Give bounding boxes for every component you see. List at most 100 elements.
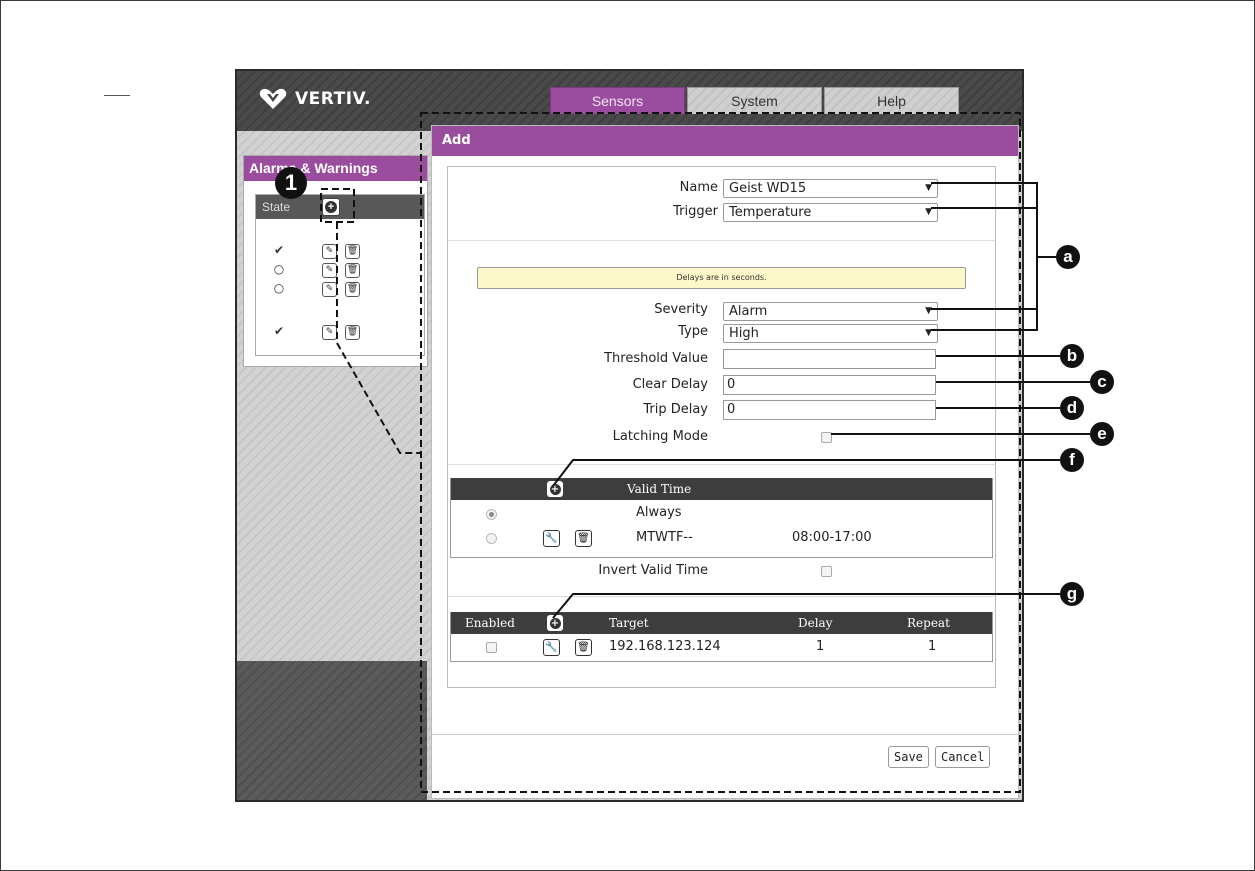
edit-icon[interactable]: ✎ <box>322 325 337 340</box>
sidebar-lower <box>237 661 427 800</box>
plus-icon: + <box>325 201 337 213</box>
enabled-header: Enabled <box>465 616 515 630</box>
trash-icon[interactable]: 🗑 <box>575 639 592 656</box>
actions-table: Enabled + Target Delay Repeat 🔧 🗑 192.16… <box>450 612 993 662</box>
valid-time-range: 08:00-17:00 <box>792 530 872 545</box>
trash-icon[interactable]: 🗑 <box>345 244 360 259</box>
margin-mark <box>104 95 130 96</box>
trash-icon[interactable]: 🗑 <box>575 530 592 547</box>
delay-header: Delay <box>798 616 833 630</box>
logo-text: VERTIV. <box>295 89 371 109</box>
dropdown-arrow-icon: ▼ <box>925 328 932 338</box>
add-alarm-dialog: Add Name Geist WD15 ▼ Trigger Temperatur… <box>431 125 1019 799</box>
alarm-row: ✔ ✎ 🗑 <box>256 324 424 342</box>
actions-header: Enabled + Target Delay Repeat <box>451 612 992 634</box>
latching-label: Latching Mode <box>612 429 708 444</box>
trash-icon[interactable]: 🗑 <box>345 325 360 340</box>
severity-select-value: Alarm <box>729 304 768 319</box>
alarm-row: ○ ✎ 🗑 <box>256 281 424 299</box>
clear-delay-label: Clear Delay <box>632 377 708 392</box>
type-select-value: High <box>729 326 759 341</box>
callout-a: a <box>1056 245 1080 269</box>
dialog-title: Add <box>432 126 1018 156</box>
callout-f: f <box>1060 448 1084 472</box>
screenshot: VERTIV. Sensors System Help Alarms & War… <box>235 69 1024 802</box>
trigger-select-value: Temperature <box>729 205 812 220</box>
edit-icon[interactable]: ✎ <box>322 263 337 278</box>
trigger-label: Trigger <box>673 204 718 219</box>
save-button[interactable]: Save <box>888 746 929 768</box>
clear-delay-input[interactable]: 0 <box>723 375 936 395</box>
cancel-button[interactable]: Cancel <box>935 746 991 768</box>
logo: VERTIV. <box>259 88 371 110</box>
action-enabled-checkbox[interactable] <box>486 642 497 653</box>
tab-system[interactable]: System <box>687 87 822 114</box>
action-delay: 1 <box>816 639 825 654</box>
alarms-table-header: State + <box>256 195 424 219</box>
callout-b: b <box>1060 344 1084 368</box>
valid-time-always: Always <box>636 505 682 520</box>
state-check-icon: ✔ <box>273 243 285 257</box>
valid-time-header: + Valid Time <box>451 478 992 500</box>
name-select[interactable]: Geist WD15 ▼ <box>723 179 938 198</box>
alarm-row: ○ ✎ 🗑 <box>256 262 424 280</box>
dropdown-arrow-icon: ▼ <box>925 183 932 193</box>
type-select[interactable]: High ▼ <box>723 324 938 343</box>
threshold-input[interactable] <box>723 349 936 369</box>
type-label: Type <box>678 324 708 339</box>
dropdown-arrow-icon: ▼ <box>925 207 932 217</box>
threshold-label: Threshold Value <box>604 351 708 366</box>
delay-notice: Delays are in seconds. <box>477 267 966 289</box>
severity-label: Severity <box>654 302 708 317</box>
repeat-header: Repeat <box>907 616 950 630</box>
alarms-warnings-panel: Alarms & Warnings State + ✔ ✎ 🗑 ○ ✎ 🗑 ○ … <box>243 155 428 367</box>
invert-valid-time-label: Invert Valid Time <box>598 563 708 578</box>
nav-tabs: Sensors System Help <box>550 87 961 114</box>
top-bar: VERTIV. Sensors System Help <box>237 71 1022 131</box>
wrench-icon[interactable]: 🔧 <box>543 639 560 656</box>
target-header: Target <box>609 616 649 630</box>
tab-help[interactable]: Help <box>824 87 959 114</box>
edit-icon[interactable]: ✎ <box>322 244 337 259</box>
trigger-select[interactable]: Temperature ▼ <box>723 203 938 222</box>
trash-icon[interactable]: 🗑 <box>345 263 360 278</box>
callout-e: e <box>1090 422 1114 446</box>
add-alarm-button[interactable]: + <box>322 198 340 216</box>
action-target: 192.168.123.124 <box>609 639 721 654</box>
state-header: State <box>262 200 291 214</box>
callout-g: g <box>1060 582 1084 606</box>
plus-icon: + <box>549 617 561 629</box>
vertiv-logo-icon <box>259 88 287 109</box>
state-circle-icon: ○ <box>273 281 285 295</box>
action-repeat: 1 <box>928 639 937 654</box>
divider <box>448 464 995 465</box>
add-valid-time-button[interactable]: + <box>547 481 563 497</box>
dialog-form: Name Geist WD15 ▼ Trigger Temperature ▼ … <box>447 166 996 688</box>
callout-c: c <box>1090 370 1114 394</box>
divider <box>448 240 995 241</box>
trip-delay-label: Trip Delay <box>643 402 708 417</box>
edit-icon[interactable]: ✎ <box>322 282 337 297</box>
tab-sensors[interactable]: Sensors <box>550 87 685 114</box>
valid-time-radio[interactable] <box>486 533 497 544</box>
severity-select[interactable]: Alarm ▼ <box>723 302 938 321</box>
state-check-icon: ✔ <box>273 324 285 338</box>
alarms-table: State + ✔ ✎ 🗑 ○ ✎ 🗑 ○ ✎ 🗑 ✔ ✎ 🗑 <box>255 194 425 356</box>
valid-time-table: + Valid Time Always 🔧 🗑 MTWTF-- 08:00-17… <box>450 478 993 558</box>
trash-icon[interactable]: 🗑 <box>345 282 360 297</box>
trip-delay-input[interactable]: 0 <box>723 400 936 420</box>
latching-checkbox[interactable] <box>821 432 832 443</box>
wrench-icon[interactable]: 🔧 <box>543 530 560 547</box>
plus-icon: + <box>549 483 561 495</box>
state-circle-icon: ○ <box>273 262 285 276</box>
callout-d: d <box>1060 396 1084 420</box>
dropdown-arrow-icon: ▼ <box>925 306 932 316</box>
add-action-button[interactable]: + <box>547 615 563 631</box>
name-select-value: Geist WD15 <box>729 181 807 196</box>
valid-time-radio[interactable] <box>486 509 497 520</box>
valid-time-days: MTWTF-- <box>636 530 693 545</box>
alarms-warnings-title: Alarms & Warnings <box>244 156 427 181</box>
name-label: Name <box>679 180 718 195</box>
invert-valid-time-checkbox[interactable] <box>821 566 832 577</box>
step-1-badge: 1 <box>275 167 307 199</box>
